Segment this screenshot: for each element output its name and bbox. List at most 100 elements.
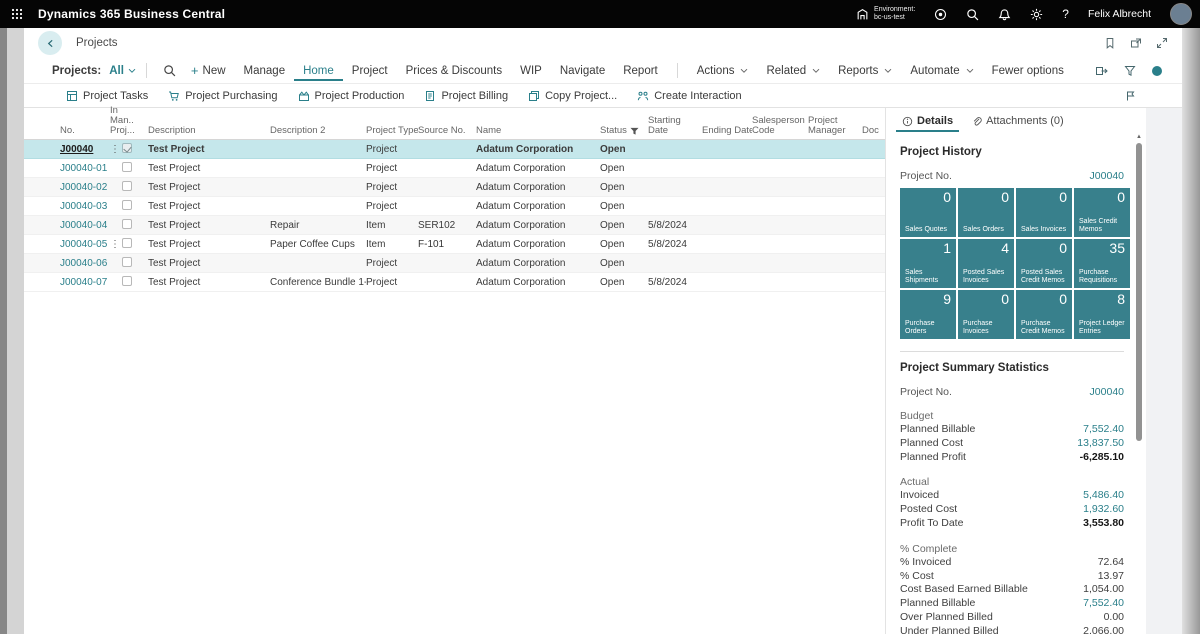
history-project-no-value[interactable]: J00040 — [1090, 170, 1124, 182]
column-header-sp[interactable]: Salesperson Code — [752, 116, 808, 136]
popout-icon[interactable] — [1128, 35, 1144, 51]
column-header-type[interactable]: Project Type — [366, 126, 418, 136]
ribbon-tab-report[interactable]: Report — [614, 61, 667, 81]
action-copy-project[interactable]: Copy Project... — [518, 87, 627, 105]
app-launcher-icon[interactable] — [0, 0, 34, 28]
stats-value[interactable]: 1,932.60 — [1083, 503, 1124, 517]
column-header-no[interactable]: No. — [60, 126, 110, 136]
row-checkbox[interactable] — [122, 275, 132, 286]
ribbon-menu-automate[interactable]: Automate — [901, 61, 982, 81]
cue-tile-sales-quotes[interactable]: 0 Sales Quotes — [900, 188, 956, 237]
cue-tile-purchase-invoices[interactable]: 0 Purchase Invoices — [958, 290, 1014, 339]
notifications-icon[interactable] — [998, 8, 1011, 21]
ribbon-menu-related[interactable]: Related — [757, 61, 829, 81]
search-icon[interactable] — [966, 8, 979, 21]
breadcrumb[interactable]: Projects — [76, 37, 118, 49]
cue-tile-sales-invoices[interactable]: 0 Sales Invoices — [1016, 188, 1072, 237]
personalize-icon[interactable] — [1125, 90, 1137, 102]
settings-gear-icon[interactable] — [1030, 8, 1043, 21]
stats-value[interactable]: 7,552.40 — [1083, 597, 1124, 611]
row-checkbox[interactable] — [122, 180, 132, 191]
app-title[interactable]: Dynamics 365 Business Central — [38, 7, 225, 21]
list-search-icon[interactable] — [163, 64, 176, 77]
back-button[interactable] — [38, 31, 62, 55]
row-menu-icon[interactable]: ⋮ — [110, 144, 120, 155]
column-header-inproj[interactable]: In Man.. Proj... — [110, 106, 148, 136]
fewer-options-button[interactable]: Fewer options — [983, 61, 1073, 81]
action-project-tasks[interactable]: Project Tasks — [56, 87, 158, 105]
column-header-source[interactable]: Source No. — [418, 126, 476, 136]
stats-value[interactable]: 13,837.50 — [1077, 437, 1124, 451]
source-no-link[interactable]: SER102 — [418, 220, 455, 231]
column-header-status[interactable]: Status — [600, 126, 648, 136]
table-row[interactable]: J00040-07 Test Project Conference Bundle 1… — [24, 273, 885, 292]
ribbon-tab-wip[interactable]: WIP — [511, 61, 551, 81]
column-header-start[interactable]: Starting Date — [648, 116, 702, 136]
environment-button[interactable]: Environment: bc-us-test — [856, 6, 915, 23]
ribbon-tab-prices-discounts[interactable]: Prices & Discounts — [397, 61, 512, 81]
column-header-pm[interactable]: Project Manager — [808, 116, 862, 136]
table-row[interactable]: J00040-01 Test Project Project Adatum Corpo… — [24, 159, 885, 178]
user-name[interactable]: Felix Albrecht — [1088, 8, 1151, 20]
scrollbar-thumb[interactable] — [1136, 143, 1142, 441]
copilot-icon[interactable] — [934, 8, 947, 21]
cue-tile-purchase-credit-memos[interactable]: 0 Purchase Credit Memos — [1016, 290, 1072, 339]
project-no-link[interactable]: J00040 — [60, 144, 93, 155]
ribbon-tab-navigate[interactable]: Navigate — [551, 61, 614, 81]
project-no-link[interactable]: J00040-07 — [60, 277, 107, 288]
saved-view-indicator[interactable] — [1152, 65, 1162, 76]
share-icon[interactable] — [1095, 65, 1108, 77]
project-no-link[interactable]: J00040-02 — [60, 182, 107, 193]
ribbon-tab-home[interactable]: Home — [294, 61, 343, 81]
project-no-link[interactable]: J00040-05 — [60, 239, 107, 250]
row-checkbox[interactable] — [122, 199, 132, 210]
source-no-link[interactable]: F-101 — [418, 238, 445, 250]
cue-tile-purchase-orders[interactable]: 9 Purchase Orders — [900, 290, 956, 339]
table-row[interactable]: J00040-03 Test Project Project Adatum Corpo… — [24, 197, 885, 216]
ribbon-tab-new[interactable]: + New — [182, 61, 235, 81]
bookmark-icon[interactable] — [1102, 35, 1118, 51]
view-filter-dropdown[interactable]: All — [109, 65, 136, 77]
avatar[interactable] — [1170, 3, 1192, 25]
stats-value[interactable]: 7,552.40 — [1083, 423, 1124, 437]
row-checkbox[interactable] — [122, 237, 132, 248]
panel-tab-details[interactable]: Details — [896, 112, 959, 132]
stats-value[interactable]: 5,486.40 — [1083, 489, 1124, 503]
row-checkbox[interactable] — [122, 256, 132, 267]
cue-tile-posted-sales-credit-memos[interactable]: 0 Posted Sales Credit Memos — [1016, 239, 1072, 288]
column-header-desc[interactable]: Description — [148, 126, 270, 136]
cue-tile-sales-orders[interactable]: 0 Sales Orders — [958, 188, 1014, 237]
expand-icon[interactable] — [1154, 35, 1170, 51]
cue-tile-purchase-requisitions[interactable]: 35 Purchase Requisitions — [1074, 239, 1130, 288]
column-header-doc[interactable]: Doc — [862, 126, 885, 136]
cue-tile-project-ledger-entries[interactable]: 8 Project Ledger Entries — [1074, 290, 1130, 339]
project-no-link[interactable]: J00040-01 — [60, 163, 107, 174]
table-row[interactable]: J00040-04 Test Project Repair Item SER102 Ada… — [24, 216, 885, 235]
scrollbar-up-icon[interactable]: ▲ — [1136, 134, 1142, 140]
column-header-name[interactable]: Name — [476, 126, 600, 136]
panel-tab-attachments-0[interactable]: Attachments (0) — [965, 112, 1070, 132]
row-checkbox[interactable] — [122, 218, 132, 229]
filter-icon[interactable] — [1124, 65, 1136, 77]
action-project-purchasing[interactable]: Project Purchasing — [158, 87, 287, 105]
column-header-end[interactable]: Ending Date — [702, 126, 752, 136]
cue-tile-posted-sales-invoices[interactable]: 4 Posted Sales Invoices — [958, 239, 1014, 288]
table-row[interactable]: J00040-05 ⋮ Test Project Paper Coffee Cups I… — [24, 235, 885, 254]
project-no-link[interactable]: J00040-06 — [60, 258, 107, 269]
action-create-interaction[interactable]: Create Interaction — [627, 87, 751, 105]
project-no-link[interactable]: J00040-04 — [60, 220, 107, 231]
help-icon[interactable]: ? — [1062, 7, 1069, 21]
action-project-billing[interactable]: Project Billing — [414, 87, 518, 105]
ribbon-tab-project[interactable]: Project — [343, 61, 397, 81]
table-row[interactable]: J00040-02 Test Project Project Adatum Corpo… — [24, 178, 885, 197]
table-row[interactable]: J00040-06 Test Project Project Adatum Corpo… — [24, 254, 885, 273]
project-no-link[interactable]: J00040-03 — [60, 201, 107, 212]
ribbon-menu-reports[interactable]: Reports — [829, 61, 901, 81]
ribbon-tab-manage[interactable]: Manage — [235, 61, 295, 81]
stats-project-no-value[interactable]: J00040 — [1090, 386, 1124, 398]
cue-tile-sales-shipments[interactable]: 1 Sales Shipments — [900, 239, 956, 288]
row-checkbox[interactable] — [122, 161, 132, 172]
row-menu-icon[interactable]: ⋮ — [110, 239, 120, 250]
table-row[interactable]: J00040 ⋮ Test Project Project Adatum Corpora… — [24, 140, 885, 159]
ribbon-menu-actions[interactable]: Actions — [688, 61, 758, 81]
